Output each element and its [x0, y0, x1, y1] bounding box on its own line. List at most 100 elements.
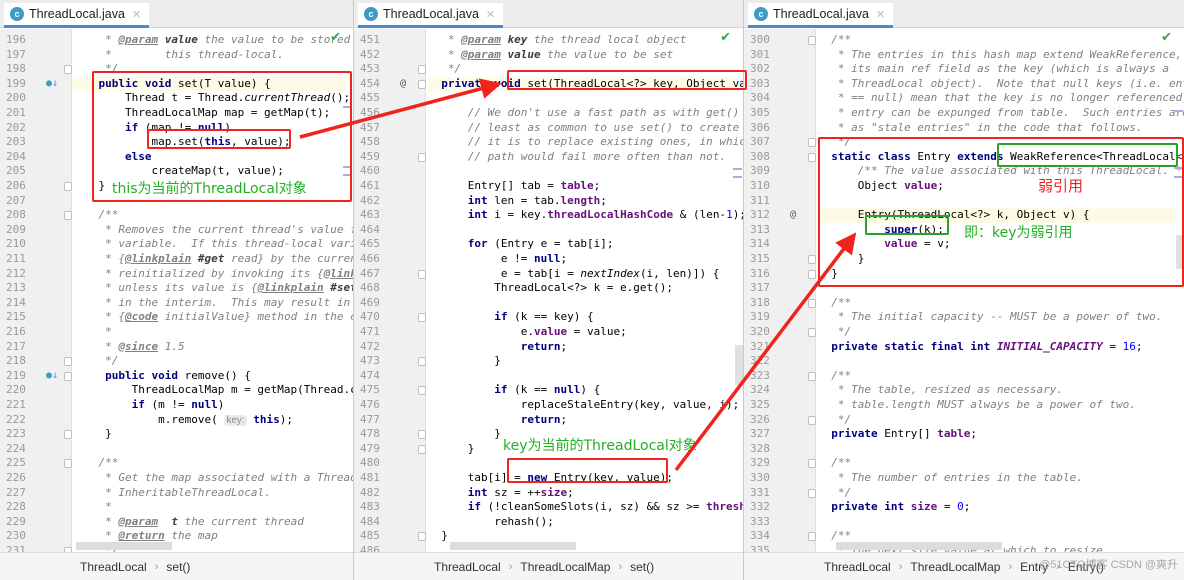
line-number: 475	[360, 383, 380, 397]
line-number: 478	[360, 427, 380, 441]
file-tab[interactable]: c ThreadLocal.java ✕	[358, 3, 504, 28]
line-number: 312	[750, 208, 770, 222]
code-line: * The entries in this hash map extend We…	[837, 47, 1184, 61]
error-stripe-mark[interactable]	[1174, 167, 1183, 169]
implements-icon[interactable]: @	[400, 78, 406, 89]
fold-toggle-icon[interactable]	[64, 459, 72, 469]
code-line: * Get the map associated with a ThreadLo…	[105, 471, 354, 484]
fold-toggle-icon[interactable]	[808, 532, 816, 542]
fold-toggle-icon[interactable]	[808, 255, 816, 264]
line-number: 325	[750, 398, 770, 411]
error-stripe-mark[interactable]	[343, 174, 352, 176]
breadcrumb-item[interactable]: set()	[630, 560, 654, 574]
code-line: * @param t the current thread	[105, 514, 304, 528]
code-line: return;	[520, 339, 568, 353]
line-number: 216	[6, 325, 26, 338]
code-line: rehash();	[428, 514, 554, 528]
fold-toggle-icon[interactable]	[808, 36, 816, 45]
code-line: * The initial capacity -- MUST be a powe…	[837, 310, 1163, 324]
code-line: * {@code initialValue} method in the cur…	[105, 310, 353, 324]
code-line: public void remove() {	[105, 368, 251, 382]
code-line: /**	[98, 456, 119, 470]
fold-toggle-icon[interactable]	[808, 328, 816, 337]
close-icon[interactable]: ✕	[132, 8, 141, 21]
code-line: * @param value the value to be set	[447, 47, 674, 61]
fold-toggle-icon[interactable]	[808, 152, 816, 162]
breadcrumb-item[interactable]: ThreadLocalMap	[910, 560, 1000, 574]
fold-toggle-icon[interactable]	[418, 430, 426, 440]
fold-toggle-icon[interactable]	[808, 459, 816, 469]
fold-toggle-icon[interactable]	[418, 532, 426, 542]
code-line: */	[837, 135, 852, 149]
fold-toggle-icon[interactable]	[64, 211, 72, 221]
fold-toggle-icon[interactable]	[64, 65, 72, 75]
code-editor[interactable]: /** * The entries in this hash map exten…	[818, 29, 1184, 557]
fold-toggle-icon[interactable]	[64, 371, 72, 381]
fold-toggle-icon[interactable]	[808, 488, 816, 498]
breadcrumb-item[interactable]: ThreadLocalMap	[520, 560, 610, 574]
override-method-icon[interactable]: ●↓	[46, 78, 58, 89]
implements-icon[interactable]: @	[790, 209, 796, 220]
fold-toggle-icon[interactable]	[418, 152, 426, 162]
line-number: 451	[360, 33, 380, 46]
fold-toggle-icon[interactable]	[418, 357, 426, 367]
line-number: 471	[360, 325, 380, 338]
fold-toggle-icon[interactable]	[808, 269, 816, 279]
inspection-ok-icon: ✔	[330, 30, 341, 45]
fold-toggle-icon[interactable]	[808, 138, 816, 148]
fold-toggle-icon[interactable]	[418, 65, 426, 75]
code-line: * table.length MUST always be a power of…	[837, 398, 1136, 411]
fold-toggle-icon[interactable]	[64, 430, 72, 440]
fold-toggle-icon[interactable]	[808, 371, 816, 381]
horizontal-scrollbar[interactable]	[836, 542, 1002, 550]
code-editor[interactable]: * @param value the value to be stored * …	[72, 29, 354, 557]
error-stripe-mark[interactable]	[1174, 110, 1183, 112]
code-editor[interactable]: * @param key the thread local object * @…	[428, 29, 743, 552]
java-class-icon: c	[754, 7, 768, 21]
error-stripe-mark[interactable]	[733, 176, 742, 178]
code-line: return;	[520, 412, 568, 426]
fold-toggle-icon[interactable]	[64, 182, 72, 191]
editor-pane-3: c ThreadLocal.java ✕ 300 301 302 303 304 305 3…	[744, 0, 1184, 580]
fold-toggle-icon[interactable]	[418, 313, 426, 323]
fold-toggle-icon[interactable]	[418, 269, 426, 279]
file-tab[interactable]: c ThreadLocal.java ✕	[4, 3, 150, 28]
breadcrumb-item[interactable]: ThreadLocal	[80, 560, 147, 574]
breadcrumb-item[interactable]: ThreadLocal	[824, 560, 891, 574]
fold-toggle-icon[interactable]	[418, 386, 426, 396]
file-tab[interactable]: c ThreadLocal.java ✕	[748, 3, 894, 28]
breadcrumb-item[interactable]: set()	[166, 560, 190, 574]
vertical-scrollbar[interactable]	[735, 345, 743, 385]
line-number: 202	[6, 120, 26, 134]
vertical-scrollbar[interactable]	[1176, 235, 1184, 269]
code-line: Entry[] tab = table;	[428, 179, 601, 192]
close-icon[interactable]: ✕	[876, 8, 885, 21]
close-icon[interactable]: ✕	[486, 8, 495, 21]
line-number: 307	[750, 135, 770, 149]
horizontal-scrollbar[interactable]	[76, 542, 172, 550]
breadcrumb-item[interactable]: ThreadLocal	[434, 560, 501, 574]
fold-toggle-icon[interactable]	[418, 444, 426, 454]
error-stripe-mark[interactable]	[343, 106, 352, 108]
tab-bar: c ThreadLocal.java ✕	[0, 0, 353, 28]
line-number: 327	[750, 427, 770, 441]
line-number: 479	[360, 441, 380, 455]
fold-toggle-icon[interactable]	[808, 298, 816, 308]
error-stripe-mark[interactable]	[343, 166, 352, 168]
code-line: ThreadLocalMap m = getMap(Thread.current…	[131, 383, 354, 397]
error-stripe-mark[interactable]	[1174, 176, 1183, 178]
error-stripe-mark[interactable]	[733, 168, 742, 170]
fold-toggle-icon[interactable]	[808, 415, 816, 425]
code-line: */	[447, 62, 462, 76]
code-line: int len = tab.length;	[467, 193, 607, 207]
annotation-key-is-weak-reference: 即：key为弱引用	[964, 225, 1073, 241]
fold-toggle-icon[interactable]	[418, 79, 426, 89]
horizontal-scrollbar[interactable]	[450, 542, 576, 550]
line-number: 462	[360, 193, 380, 207]
override-method-icon[interactable]: ●↓	[46, 370, 58, 381]
line-number: 211	[6, 252, 26, 265]
fold-toggle-icon[interactable]	[64, 357, 72, 367]
line-number: 468	[360, 281, 380, 295]
